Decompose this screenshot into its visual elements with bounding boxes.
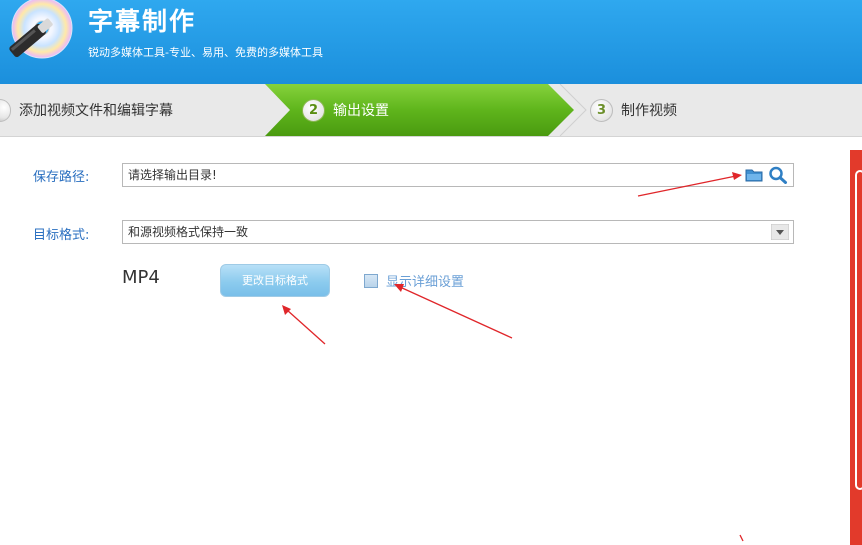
save-path-input[interactable]: 请选择输出目录! xyxy=(122,163,794,187)
wizard-steps: 添加视频文件和编辑字幕 2 输出设置 3 制作视频 xyxy=(0,84,862,137)
arrow-to-checkbox xyxy=(399,286,513,339)
save-path-label: 保存路径: xyxy=(33,170,90,185)
arrow-to-change-button xyxy=(286,309,326,345)
arrowhead-change-button xyxy=(282,305,291,315)
app-subtitle: 锐动多媒体工具-专业、易用、免费的多媒体工具 xyxy=(88,46,323,59)
step-3-label: 制作视频 xyxy=(621,103,677,119)
dropdown-arrow-icon[interactable] xyxy=(771,224,789,240)
step-output-settings[interactable]: 2 输出设置 xyxy=(302,84,389,136)
step-1-label: 添加视频文件和编辑字幕 xyxy=(19,103,173,119)
stray-mark xyxy=(739,534,744,542)
step-add-video[interactable]: 添加视频文件和编辑字幕 xyxy=(0,84,173,136)
detail-settings-label[interactable]: 显示详细设置 xyxy=(386,271,464,290)
folder-icon[interactable] xyxy=(745,168,763,182)
format-value: MP4 xyxy=(122,267,160,288)
step-3-badge: 3 xyxy=(590,98,613,122)
app-header: 字幕制作 锐动多媒体工具-专业、易用、免费的多媒体工具 xyxy=(0,0,862,84)
target-format-label: 目标格式: xyxy=(33,228,90,243)
side-panel-border xyxy=(855,170,862,490)
detail-settings-checkbox[interactable] xyxy=(364,274,378,288)
step-make-video[interactable]: 3 制作视频 xyxy=(590,84,677,136)
side-panel-edge xyxy=(850,150,862,545)
step-2-label: 输出设置 xyxy=(333,103,389,119)
search-icon[interactable] xyxy=(768,166,788,184)
app-title: 字幕制作 xyxy=(88,7,197,36)
change-format-button[interactable]: 更改目标格式 xyxy=(220,264,330,297)
step-2-badge: 2 xyxy=(302,98,325,122)
step-1-badge xyxy=(0,98,11,122)
cd-disc-brush-logo-icon xyxy=(9,0,73,59)
target-format-select[interactable]: 和源视频格式保持一致 xyxy=(122,220,794,244)
